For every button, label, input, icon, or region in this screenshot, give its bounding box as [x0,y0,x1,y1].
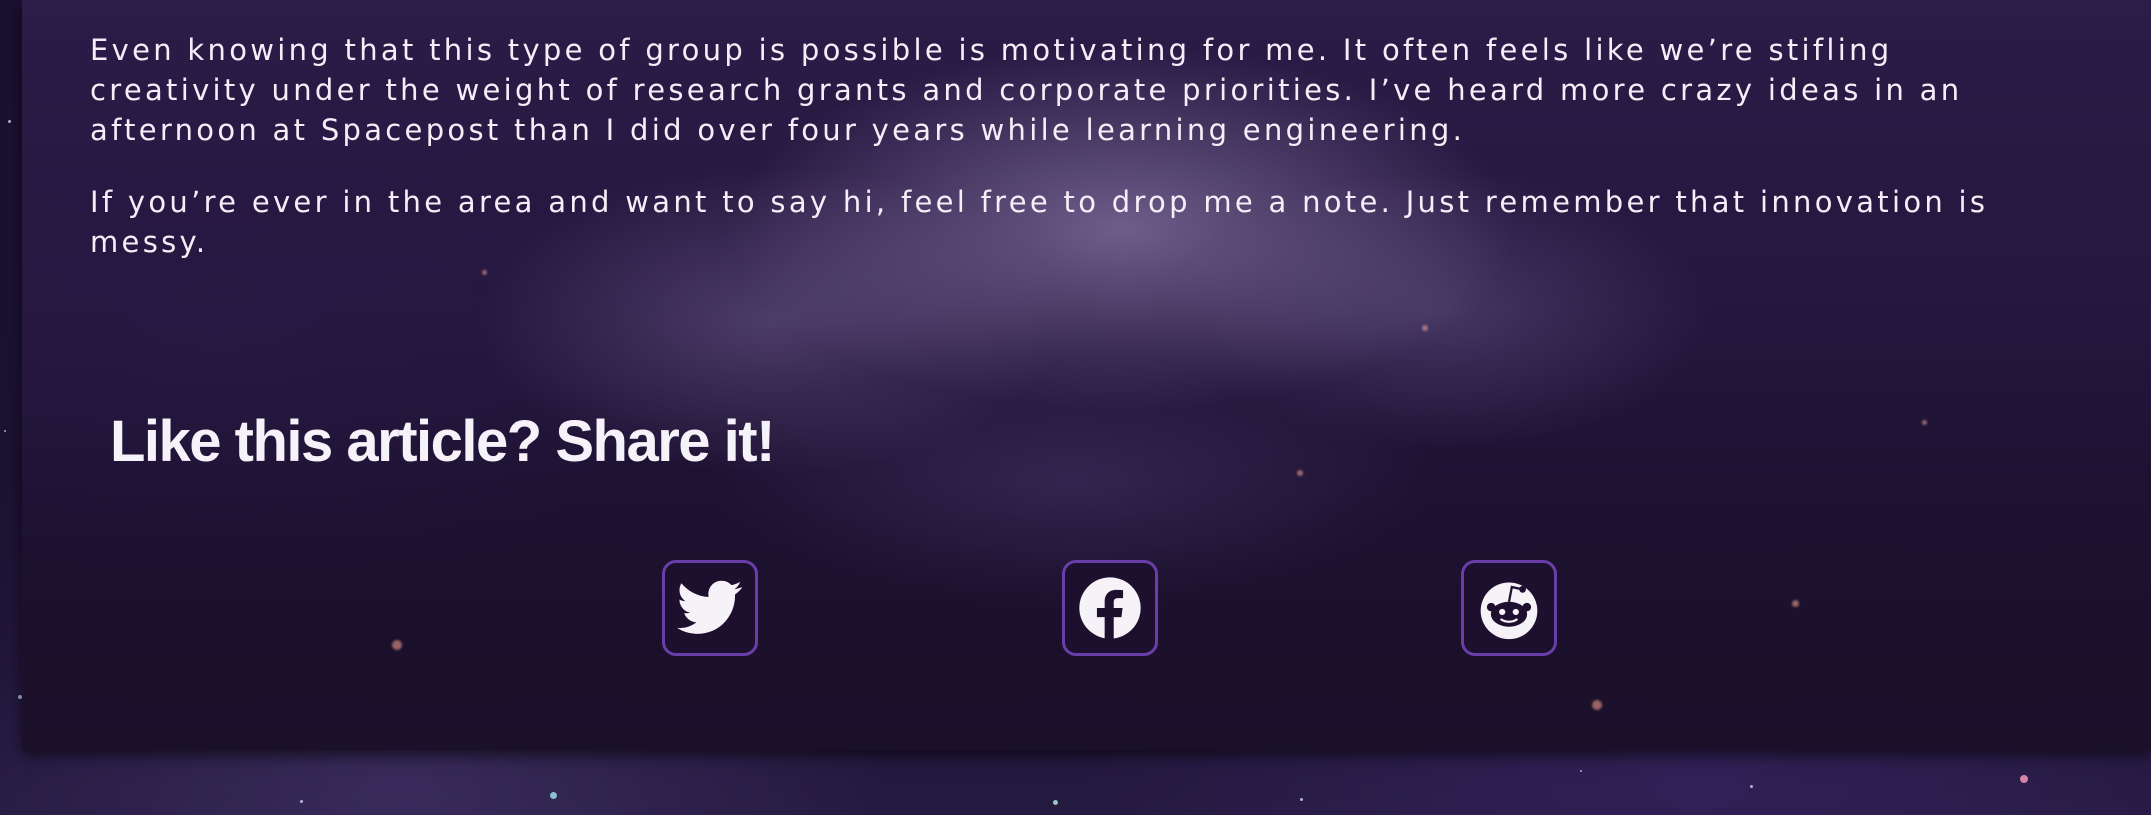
star [4,430,6,432]
facebook-icon [1078,576,1142,640]
star [550,792,557,799]
star [1750,785,1753,788]
star [1053,800,1058,805]
star [1300,798,1303,801]
share-reddit-button[interactable] [1461,560,1557,656]
star [1580,770,1582,772]
star [8,120,11,123]
share-heading: Like this article? Share it! [110,409,775,474]
star [1297,470,1303,476]
article-panel: Even knowing that this type of group is … [22,0,2151,750]
share-twitter-button[interactable] [662,560,758,656]
star [1922,420,1927,425]
panel-footer-band [22,654,2151,750]
star [300,800,303,803]
reddit-alien-icon [1475,574,1543,642]
star [1592,700,1602,710]
twitter-bird-icon [677,580,743,636]
star [1422,325,1428,331]
star [392,640,402,650]
star [1792,600,1799,607]
star [2020,775,2028,783]
article-body: Even knowing that this type of group is … [90,30,2040,294]
share-facebook-button[interactable] [1062,560,1158,656]
article-paragraph: Even knowing that this type of group is … [90,33,1963,147]
article-paragraph: If you’re ever in the area and want to s… [90,185,1989,259]
